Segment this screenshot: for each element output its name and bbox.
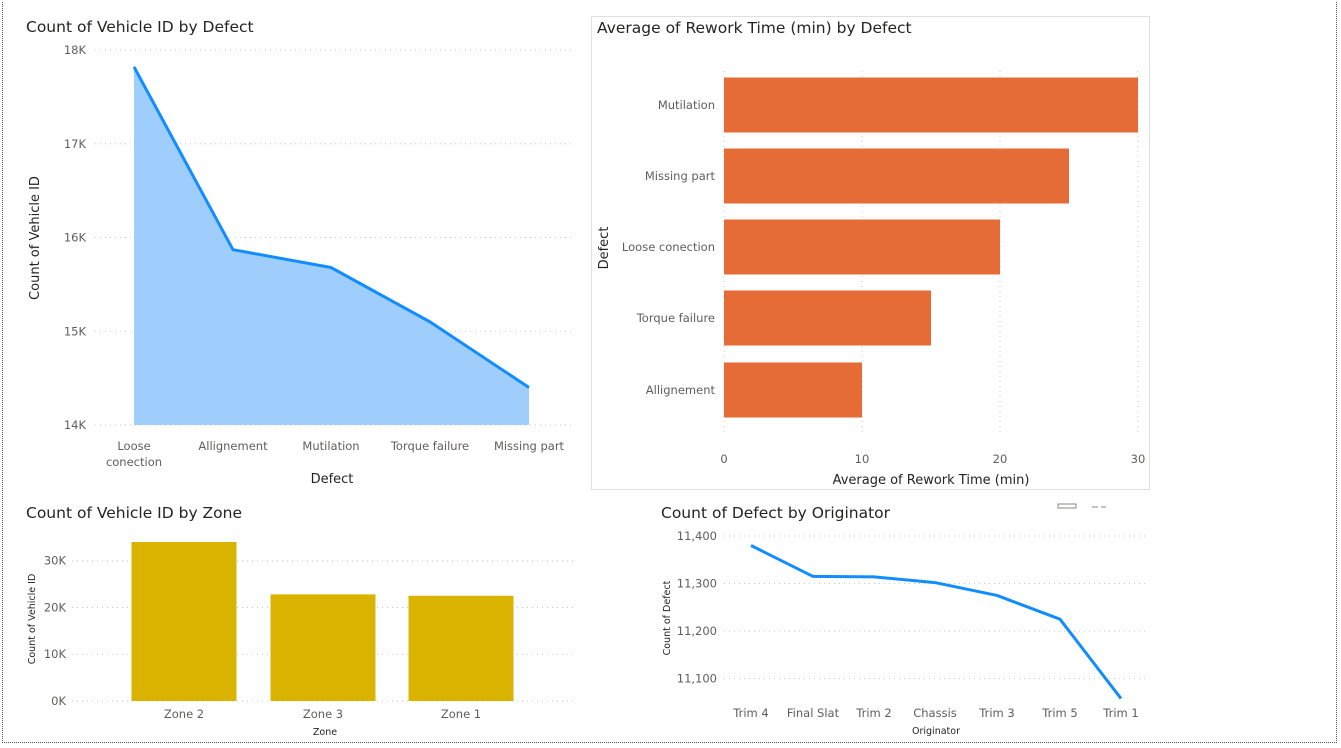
x-tick-label: Final Slat <box>787 706 840 720</box>
x-tick-label: Trim 2 <box>855 706 891 720</box>
x-tick-label: Trim 4 <box>732 706 768 720</box>
series-line <box>750 544 1123 700</box>
x-tick-label: Missing part <box>494 439 565 453</box>
x-tick-label: Trim 5 <box>1041 706 1077 720</box>
y-tick-label: 15K <box>64 324 87 338</box>
x-tick-label: Trim 1 <box>1102 706 1138 720</box>
y-tick-label: 10K <box>44 647 67 661</box>
bar <box>724 77 1138 133</box>
area-chart-vehicle-by-defect: 14K 15K 16K 17K 18K Loose conection Allignement… <box>28 43 575 487</box>
y-tick-label: Torque failure <box>636 311 715 325</box>
x-axis-title: Defect <box>311 472 354 487</box>
column-chart-vehicle-by-zone: 0K 10K 20K 30K Zone 2 Zone 3 Zone 1 Zone Count o… <box>27 542 575 738</box>
y-axis-title: Count of Defect <box>662 580 673 655</box>
y-tick-label: 16K <box>64 231 87 245</box>
x-axis-title: Average of Rework Time (min) <box>833 473 1030 488</box>
bar <box>270 594 376 701</box>
bar <box>408 595 514 701</box>
x-tick-label: Allignement <box>198 439 268 453</box>
y-tick-label: Allignement <box>646 383 716 397</box>
y-tick-label: 30K <box>44 554 67 568</box>
bar <box>724 362 862 418</box>
bar <box>724 219 1000 275</box>
y-axis-title: Defect <box>597 227 612 270</box>
y-tick-label: 18K <box>64 43 87 57</box>
y-axis-title: Count of Vehicle ID <box>27 574 38 665</box>
bar <box>724 290 931 346</box>
x-tick-label: Torque failure <box>390 439 469 453</box>
x-axis-title: Zone <box>313 727 337 738</box>
y-tick-label: 0K <box>51 694 66 708</box>
y-tick-label: 11,300 <box>677 577 717 591</box>
y-tick-label: 11,200 <box>677 624 717 638</box>
x-tick-label: Zone 1 <box>441 707 481 721</box>
x-tick-label: Zone 2 <box>164 707 204 721</box>
y-tick-label: 11,400 <box>677 529 717 543</box>
y-axis-title: Count of Vehicle ID <box>28 176 43 300</box>
x-tick-label: Zone 3 <box>303 707 343 721</box>
x-axis-title: Originator <box>912 726 960 737</box>
x-tick-label: Mutilation <box>302 439 359 453</box>
y-tick-label: 14K <box>64 418 87 432</box>
y-tick-label: Missing part <box>645 169 716 183</box>
y-tick-label: Mutilation <box>658 98 715 112</box>
y-tick-label: 17K <box>64 137 87 151</box>
y-tick-label: 20K <box>44 600 67 614</box>
bar <box>131 542 237 701</box>
y-tick-label: Loose conection <box>622 240 715 254</box>
x-tick-label: 10 <box>855 452 870 466</box>
x-tick-label: 20 <box>993 452 1008 466</box>
x-tick-label: Loose <box>117 439 150 453</box>
x-tick-label: 30 <box>1131 452 1146 466</box>
x-tick-label: 0 <box>720 452 727 466</box>
bar <box>724 148 1069 204</box>
y-tick-label: 11,100 <box>677 672 717 686</box>
bar-chart-rework-by-defect: 0 10 20 30 Mutilation Missing part Loose conec… <box>597 71 1146 488</box>
x-tick-label: Chassis <box>913 706 957 720</box>
line-chart-defect-by-originator: 11,100 11,200 11,300 11,400 Trim 4 Final Slat… <box>662 529 1145 737</box>
x-tick-label: Trim 3 <box>978 706 1014 720</box>
x-tick-label: conection <box>106 455 162 469</box>
area-fill <box>134 66 529 425</box>
